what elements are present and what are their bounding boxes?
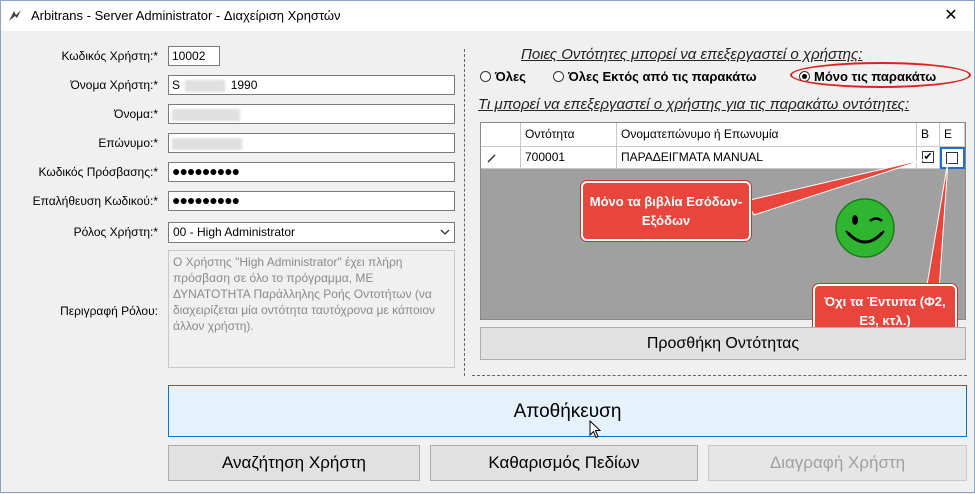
mouse-cursor-icon xyxy=(589,420,602,439)
delete-user-button[interactable]: Διαγραφή Χρήστη xyxy=(708,445,967,481)
add-entity-button[interactable]: Προσθήκη Οντότητας xyxy=(480,327,966,360)
winking-smiley-icon xyxy=(835,198,895,258)
search-user-button[interactable]: Αναζήτηση Χρήστη xyxy=(168,445,420,481)
admin-window: Arbitrans - Server Administrator - Διαχε… xyxy=(0,0,975,493)
clear-fields-button[interactable]: Καθαρισμός Πεδίων xyxy=(430,445,698,481)
callout-books: Μόνο τα βιβλία Εσόδων-Εξόδων xyxy=(581,181,751,241)
save-button[interactable]: Αποθήκευση xyxy=(168,385,967,439)
